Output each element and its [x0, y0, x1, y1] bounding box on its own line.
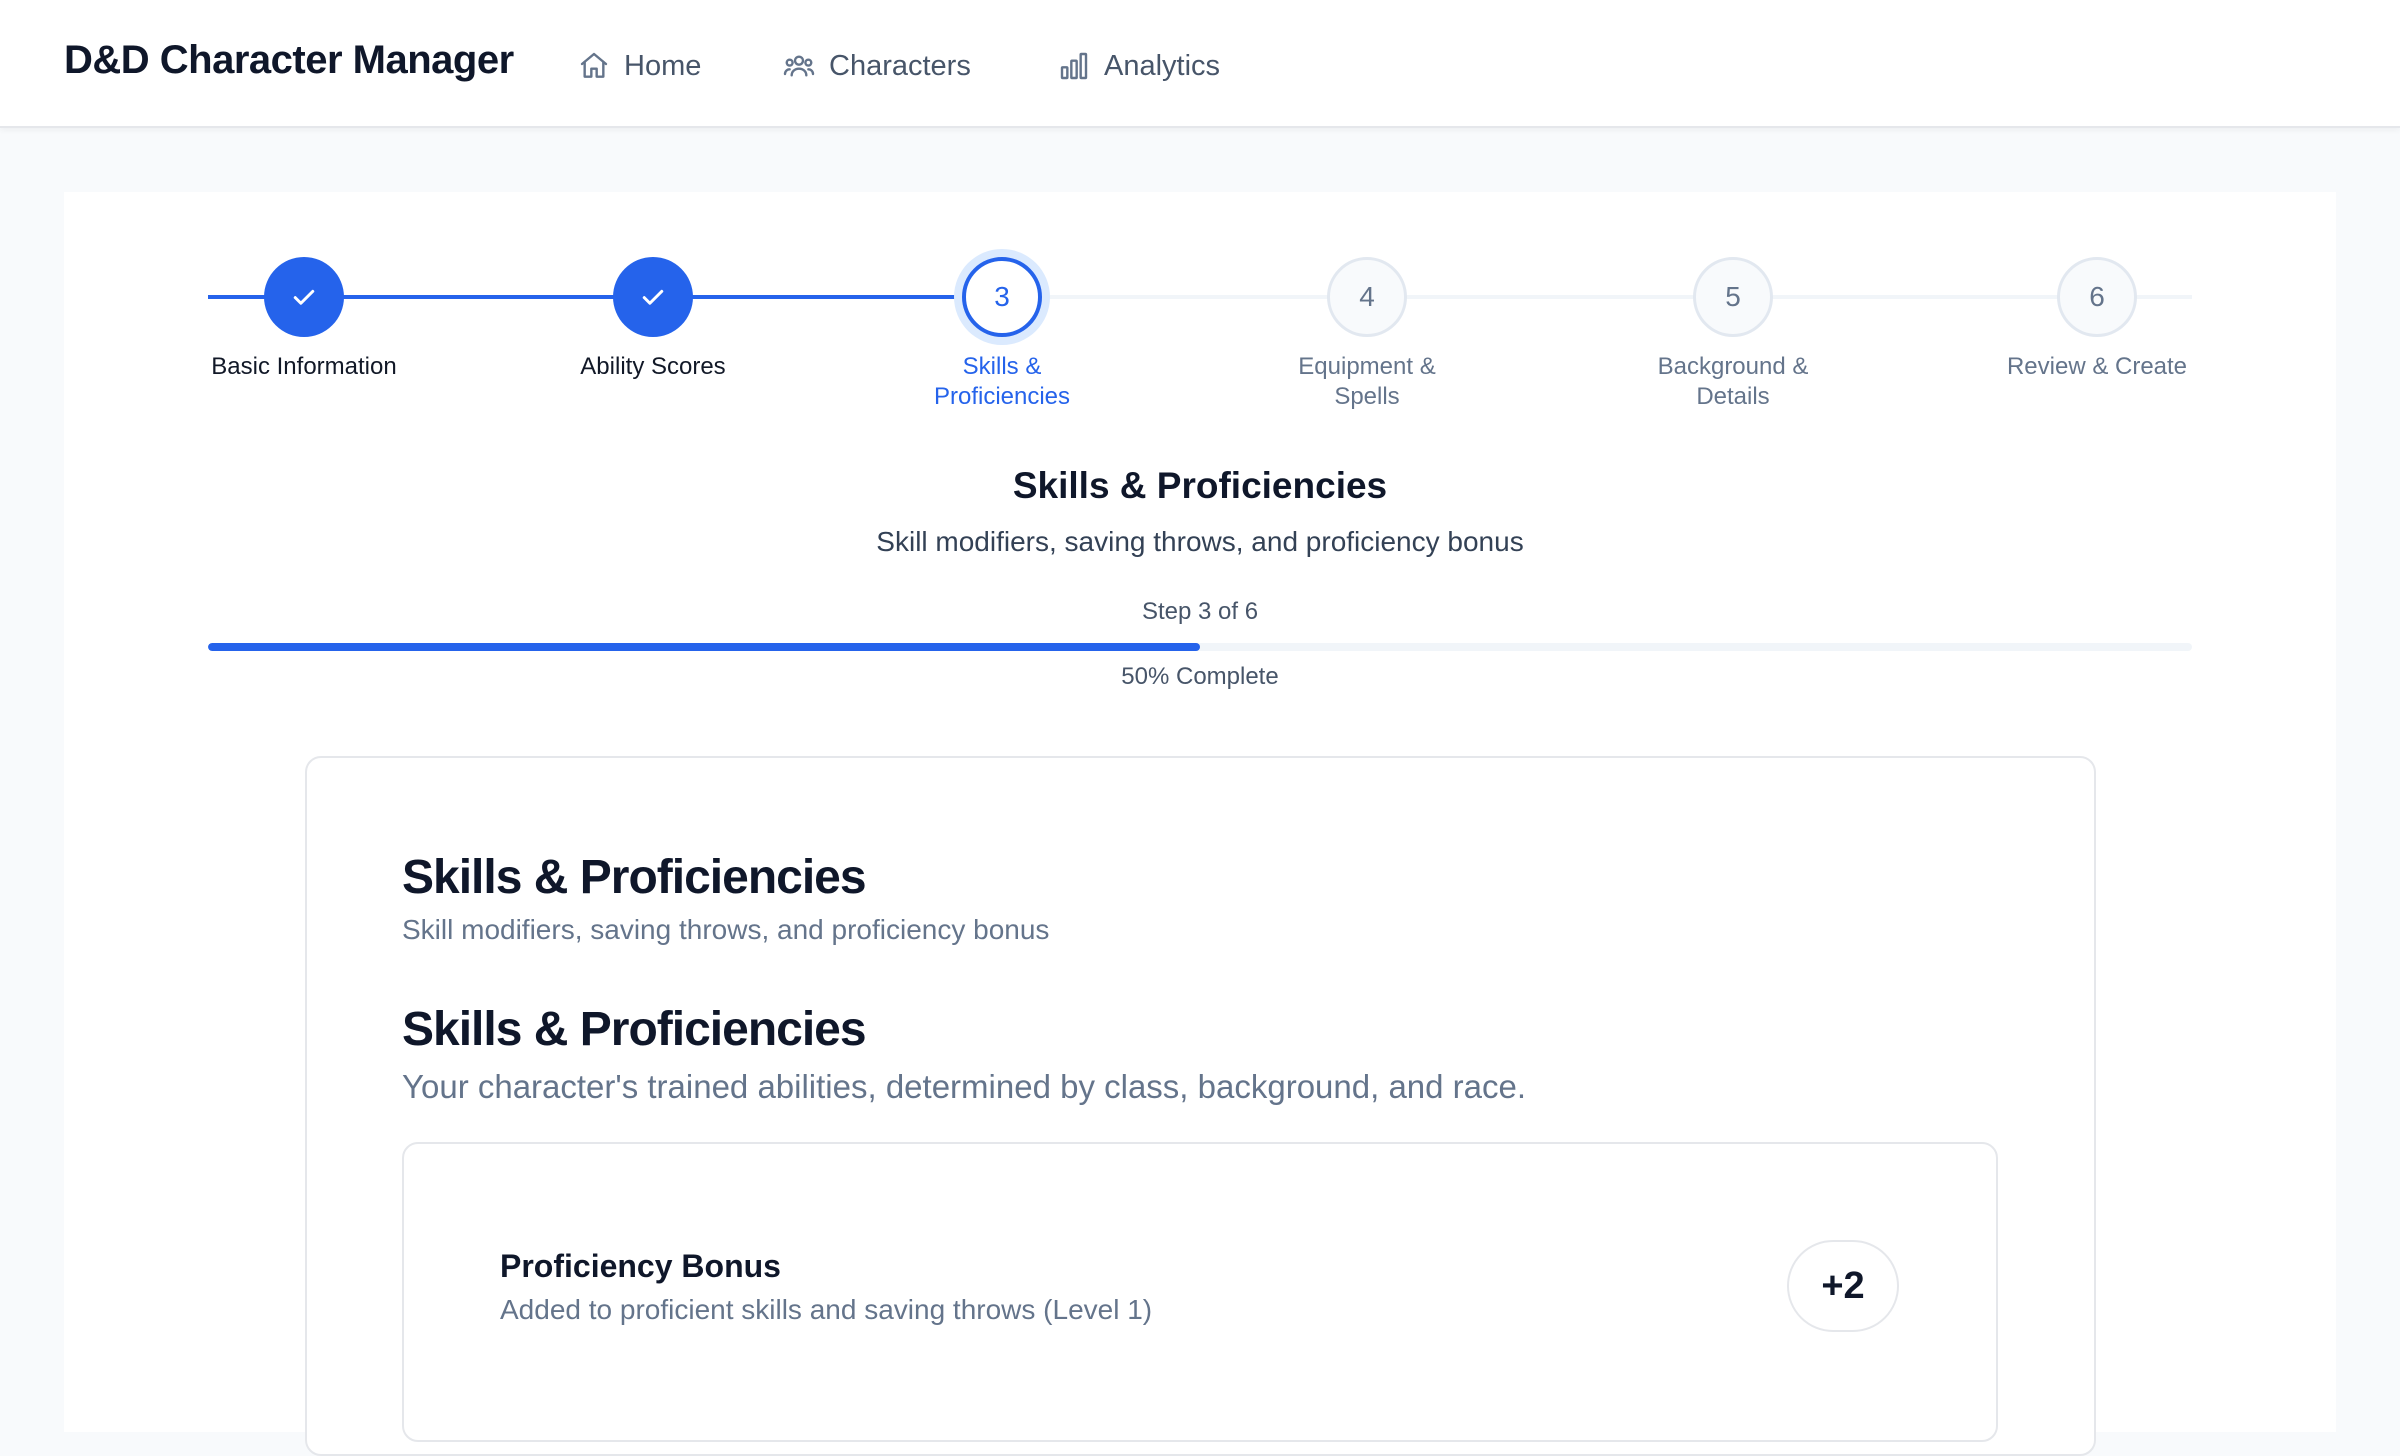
proficiency-bonus-description: Added to proficient skills and saving th… [500, 1294, 1153, 1325]
step-3-label: Skills & Proficiencies [933, 353, 1071, 410]
users-icon [783, 55, 815, 77]
nav-item-analytics[interactable]: Analytics [1058, 46, 1220, 86]
app-title[interactable]: D&D Character Manager [64, 38, 514, 83]
progress-text: 50% Complete [1121, 663, 1279, 690]
step-title: Skills & Proficiencies [1012, 465, 1388, 506]
section-title: Skills & Proficiencies [402, 1003, 867, 1056]
step-counter: Step 3 of 6 [1141, 598, 1259, 625]
section-description: Your character's trained abilities, dete… [402, 1068, 1527, 1105]
check-icon [293, 289, 315, 305]
nav-item-characters-label: Characters [829, 49, 971, 82]
step-1-indicator[interactable] [264, 257, 344, 337]
step-2-label: Ability Scores [580, 353, 726, 380]
nav-item-home[interactable]: Home [578, 46, 701, 86]
top-navbar: D&D Character Manager Home Characters An… [0, 0, 2400, 128]
home-icon [580, 52, 608, 78]
step-3-indicator[interactable]: 3 [962, 257, 1042, 337]
progress-bar [208, 643, 2192, 651]
step-5-indicator[interactable]: 5 [1693, 257, 1773, 337]
step-5-label: Background & Details [1657, 353, 1809, 410]
proficiency-bonus-title: Proficiency Bonus [500, 1248, 781, 1284]
step-6-label: Review & Create [2006, 353, 2188, 380]
step-4-label: Equipment & Spells [1298, 353, 1436, 410]
step-4-indicator[interactable]: 4 [1327, 257, 1407, 337]
progress-bar-fill [208, 643, 1200, 651]
nav-item-home-label: Home [624, 49, 702, 82]
proficiency-bonus-card [402, 1142, 1998, 1442]
check-icon [642, 289, 664, 305]
card-description: Skill modifiers, saving throws, and prof… [402, 914, 1050, 945]
step-1-label: Basic Information [211, 353, 397, 380]
proficiency-bonus-value: +2 [1787, 1240, 1899, 1332]
step-6-indicator[interactable]: 6 [2057, 257, 2137, 337]
bar-chart-icon [1060, 52, 1088, 80]
card-title: Skills & Proficiencies [402, 851, 867, 904]
step-2-indicator[interactable] [613, 257, 693, 337]
step-subtitle: Skill modifiers, saving throws, and prof… [876, 526, 1524, 557]
nav-item-characters[interactable]: Characters [783, 46, 971, 86]
nav-item-analytics-label: Analytics [1104, 49, 1221, 82]
